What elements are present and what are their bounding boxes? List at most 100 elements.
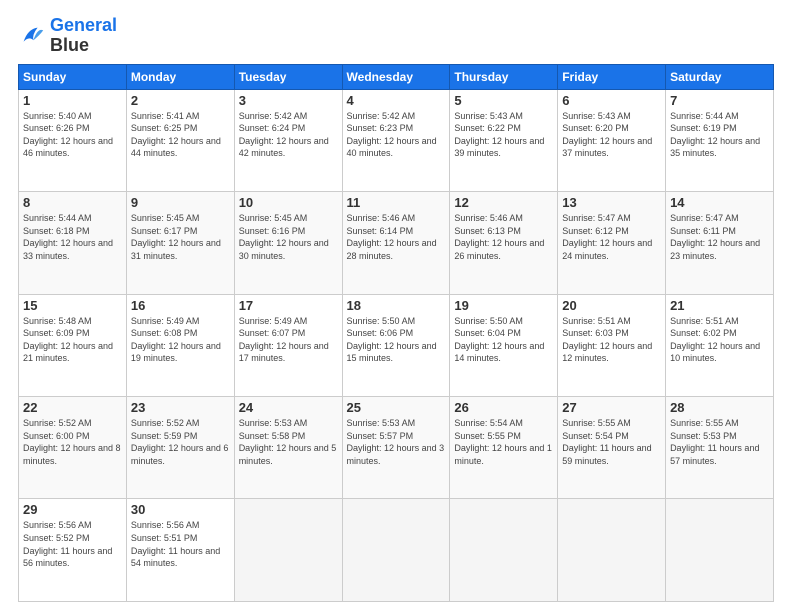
day-info: Sunrise: 5:49 AM Sunset: 6:07 PM Dayligh… <box>239 315 338 365</box>
day-info: Sunrise: 5:48 AM Sunset: 6:09 PM Dayligh… <box>23 315 122 365</box>
day-number: 20 <box>562 298 661 313</box>
day-number: 17 <box>239 298 338 313</box>
day-info: Sunrise: 5:56 AM Sunset: 5:51 PM Dayligh… <box>131 519 230 569</box>
day-number: 13 <box>562 195 661 210</box>
calendar-cell: 5 Sunrise: 5:43 AM Sunset: 6:22 PM Dayli… <box>450 89 558 191</box>
calendar-cell: 22 Sunrise: 5:52 AM Sunset: 6:00 PM Dayl… <box>19 397 127 499</box>
logo-text: General Blue <box>50 16 117 56</box>
day-number: 26 <box>454 400 553 415</box>
calendar-week-5: 29 Sunrise: 5:56 AM Sunset: 5:52 PM Dayl… <box>19 499 774 602</box>
calendar-cell: 4 Sunrise: 5:42 AM Sunset: 6:23 PM Dayli… <box>342 89 450 191</box>
day-info: Sunrise: 5:40 AM Sunset: 6:26 PM Dayligh… <box>23 110 122 160</box>
day-info: Sunrise: 5:47 AM Sunset: 6:11 PM Dayligh… <box>670 212 769 262</box>
calendar-cell <box>450 499 558 602</box>
calendar-cell: 29 Sunrise: 5:56 AM Sunset: 5:52 PM Dayl… <box>19 499 127 602</box>
calendar-cell: 2 Sunrise: 5:41 AM Sunset: 6:25 PM Dayli… <box>126 89 234 191</box>
day-info: Sunrise: 5:55 AM Sunset: 5:54 PM Dayligh… <box>562 417 661 467</box>
day-number: 29 <box>23 502 122 517</box>
calendar-cell: 16 Sunrise: 5:49 AM Sunset: 6:08 PM Dayl… <box>126 294 234 396</box>
day-number: 12 <box>454 195 553 210</box>
day-info: Sunrise: 5:52 AM Sunset: 5:59 PM Dayligh… <box>131 417 230 467</box>
day-number: 8 <box>23 195 122 210</box>
day-info: Sunrise: 5:46 AM Sunset: 6:13 PM Dayligh… <box>454 212 553 262</box>
calendar-week-3: 15 Sunrise: 5:48 AM Sunset: 6:09 PM Dayl… <box>19 294 774 396</box>
calendar-cell: 15 Sunrise: 5:48 AM Sunset: 6:09 PM Dayl… <box>19 294 127 396</box>
day-number: 24 <box>239 400 338 415</box>
day-number: 18 <box>347 298 446 313</box>
calendar-cell <box>342 499 450 602</box>
day-info: Sunrise: 5:53 AM Sunset: 5:58 PM Dayligh… <box>239 417 338 467</box>
day-number: 16 <box>131 298 230 313</box>
day-info: Sunrise: 5:42 AM Sunset: 6:23 PM Dayligh… <box>347 110 446 160</box>
calendar-cell: 6 Sunrise: 5:43 AM Sunset: 6:20 PM Dayli… <box>558 89 666 191</box>
day-info: Sunrise: 5:41 AM Sunset: 6:25 PM Dayligh… <box>131 110 230 160</box>
logo-icon <box>18 22 46 50</box>
weekday-header-friday: Friday <box>558 64 666 89</box>
day-info: Sunrise: 5:45 AM Sunset: 6:16 PM Dayligh… <box>239 212 338 262</box>
calendar-cell: 11 Sunrise: 5:46 AM Sunset: 6:14 PM Dayl… <box>342 192 450 294</box>
day-number: 4 <box>347 93 446 108</box>
calendar-cell <box>666 499 774 602</box>
day-number: 3 <box>239 93 338 108</box>
day-info: Sunrise: 5:42 AM Sunset: 6:24 PM Dayligh… <box>239 110 338 160</box>
calendar-cell: 9 Sunrise: 5:45 AM Sunset: 6:17 PM Dayli… <box>126 192 234 294</box>
weekday-header-sunday: Sunday <box>19 64 127 89</box>
day-info: Sunrise: 5:43 AM Sunset: 6:22 PM Dayligh… <box>454 110 553 160</box>
day-number: 2 <box>131 93 230 108</box>
day-number: 1 <box>23 93 122 108</box>
weekday-header-monday: Monday <box>126 64 234 89</box>
day-number: 25 <box>347 400 446 415</box>
day-info: Sunrise: 5:55 AM Sunset: 5:53 PM Dayligh… <box>670 417 769 467</box>
day-info: Sunrise: 5:44 AM Sunset: 6:18 PM Dayligh… <box>23 212 122 262</box>
calendar-week-2: 8 Sunrise: 5:44 AM Sunset: 6:18 PM Dayli… <box>19 192 774 294</box>
day-info: Sunrise: 5:51 AM Sunset: 6:03 PM Dayligh… <box>562 315 661 365</box>
calendar-week-1: 1 Sunrise: 5:40 AM Sunset: 6:26 PM Dayli… <box>19 89 774 191</box>
calendar-cell: 24 Sunrise: 5:53 AM Sunset: 5:58 PM Dayl… <box>234 397 342 499</box>
header: General Blue <box>18 16 774 56</box>
day-number: 19 <box>454 298 553 313</box>
calendar-cell: 1 Sunrise: 5:40 AM Sunset: 6:26 PM Dayli… <box>19 89 127 191</box>
calendar-cell: 14 Sunrise: 5:47 AM Sunset: 6:11 PM Dayl… <box>666 192 774 294</box>
calendar-cell: 26 Sunrise: 5:54 AM Sunset: 5:55 PM Dayl… <box>450 397 558 499</box>
day-number: 9 <box>131 195 230 210</box>
calendar-table: SundayMondayTuesdayWednesdayThursdayFrid… <box>18 64 774 602</box>
day-info: Sunrise: 5:51 AM Sunset: 6:02 PM Dayligh… <box>670 315 769 365</box>
calendar-week-4: 22 Sunrise: 5:52 AM Sunset: 6:00 PM Dayl… <box>19 397 774 499</box>
calendar-cell: 25 Sunrise: 5:53 AM Sunset: 5:57 PM Dayl… <box>342 397 450 499</box>
day-number: 11 <box>347 195 446 210</box>
day-info: Sunrise: 5:50 AM Sunset: 6:04 PM Dayligh… <box>454 315 553 365</box>
day-info: Sunrise: 5:54 AM Sunset: 5:55 PM Dayligh… <box>454 417 553 467</box>
day-number: 15 <box>23 298 122 313</box>
calendar-cell: 27 Sunrise: 5:55 AM Sunset: 5:54 PM Dayl… <box>558 397 666 499</box>
calendar-cell: 12 Sunrise: 5:46 AM Sunset: 6:13 PM Dayl… <box>450 192 558 294</box>
calendar-cell: 13 Sunrise: 5:47 AM Sunset: 6:12 PM Dayl… <box>558 192 666 294</box>
day-info: Sunrise: 5:53 AM Sunset: 5:57 PM Dayligh… <box>347 417 446 467</box>
weekday-header-saturday: Saturday <box>666 64 774 89</box>
calendar-cell: 30 Sunrise: 5:56 AM Sunset: 5:51 PM Dayl… <box>126 499 234 602</box>
weekday-header-thursday: Thursday <box>450 64 558 89</box>
calendar-cell: 23 Sunrise: 5:52 AM Sunset: 5:59 PM Dayl… <box>126 397 234 499</box>
day-info: Sunrise: 5:47 AM Sunset: 6:12 PM Dayligh… <box>562 212 661 262</box>
day-info: Sunrise: 5:44 AM Sunset: 6:19 PM Dayligh… <box>670 110 769 160</box>
day-number: 22 <box>23 400 122 415</box>
day-number: 21 <box>670 298 769 313</box>
calendar-cell: 7 Sunrise: 5:44 AM Sunset: 6:19 PM Dayli… <box>666 89 774 191</box>
day-info: Sunrise: 5:46 AM Sunset: 6:14 PM Dayligh… <box>347 212 446 262</box>
day-info: Sunrise: 5:45 AM Sunset: 6:17 PM Dayligh… <box>131 212 230 262</box>
day-number: 23 <box>131 400 230 415</box>
calendar-cell: 21 Sunrise: 5:51 AM Sunset: 6:02 PM Dayl… <box>666 294 774 396</box>
calendar-cell: 17 Sunrise: 5:49 AM Sunset: 6:07 PM Dayl… <box>234 294 342 396</box>
day-info: Sunrise: 5:43 AM Sunset: 6:20 PM Dayligh… <box>562 110 661 160</box>
day-number: 30 <box>131 502 230 517</box>
logo: General Blue <box>18 16 117 56</box>
day-number: 7 <box>670 93 769 108</box>
day-number: 5 <box>454 93 553 108</box>
calendar-cell: 8 Sunrise: 5:44 AM Sunset: 6:18 PM Dayli… <box>19 192 127 294</box>
day-number: 27 <box>562 400 661 415</box>
calendar-cell <box>234 499 342 602</box>
weekday-header-tuesday: Tuesday <box>234 64 342 89</box>
weekday-header-wednesday: Wednesday <box>342 64 450 89</box>
calendar-cell: 3 Sunrise: 5:42 AM Sunset: 6:24 PM Dayli… <box>234 89 342 191</box>
day-info: Sunrise: 5:50 AM Sunset: 6:06 PM Dayligh… <box>347 315 446 365</box>
day-info: Sunrise: 5:49 AM Sunset: 6:08 PM Dayligh… <box>131 315 230 365</box>
